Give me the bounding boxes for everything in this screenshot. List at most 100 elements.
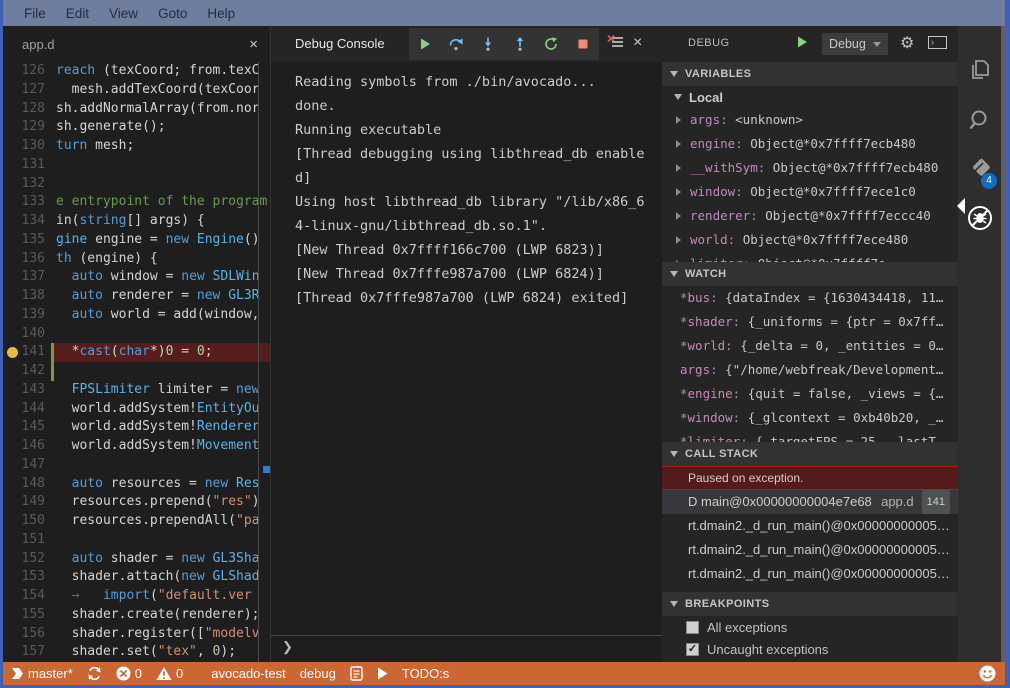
- code-line[interactable]: 126reach (texCoord; from.texC: [3, 62, 270, 81]
- console-output[interactable]: Reading symbols from ./bin/avocado...don…: [271, 62, 663, 638]
- restart-button[interactable]: [538, 31, 564, 57]
- gear-icon[interactable]: ⚙: [900, 33, 914, 53]
- code-line[interactable]: 155 shader.create(renderer);: [3, 606, 270, 625]
- stack-frame-row[interactable]: rt.dmain2._d_run_main()@0x00000000005…: [662, 514, 958, 538]
- variable-row[interactable]: renderer: Object@*0x7ffff7eccc40: [662, 204, 958, 228]
- close-tab-icon[interactable]: ×: [249, 37, 258, 52]
- code-line[interactable]: 142: [3, 362, 270, 381]
- panel-title[interactable]: Debug Console: [295, 36, 385, 51]
- code-line[interactable]: 157 shader.set("tex", 0);: [3, 643, 270, 662]
- search-icon[interactable]: [958, 98, 1001, 141]
- variable-row[interactable]: window: Object@*0x7ffff7ece1c0: [662, 180, 958, 204]
- variable-row[interactable]: limiter: Object@*0x7ffff7e: [662, 252, 958, 262]
- project-name[interactable]: avocado-test: [211, 666, 285, 681]
- menu-bar: FileEditViewGotoHelp: [0, 0, 1010, 26]
- debug-config-dropdown[interactable]: Debug: [822, 33, 888, 55]
- code-line[interactable]: 134in(string[] args) {: [3, 212, 270, 231]
- continue-button[interactable]: [412, 31, 438, 57]
- watch-row[interactable]: args: {"/home/webfreak/Development…: [662, 358, 958, 382]
- breakpoint-row[interactable]: ✓Uncaught exceptions: [662, 638, 958, 660]
- variable-row[interactable]: world: Object@*0x7ffff7ece480: [662, 228, 958, 252]
- git-branch-status[interactable]: master*: [10, 666, 73, 681]
- line-number: 152: [3, 550, 45, 569]
- code-line[interactable]: 138 auto renderer = new GL3R: [3, 287, 270, 306]
- console-line: [Thread 0x7fffe987a700 (LWP 6824) exited…: [295, 286, 663, 310]
- feedback-smiley-button[interactable]: [979, 665, 996, 682]
- console-line: d]: [295, 166, 663, 190]
- build-config[interactable]: debug: [300, 666, 336, 681]
- scope-local[interactable]: Local: [662, 86, 958, 108]
- code-line[interactable]: 135gine engine = new Engine(): [3, 231, 270, 250]
- open-console-icon[interactable]: ›: [928, 36, 947, 49]
- stack-frame-row[interactable]: rt.dmain2._d_run_main()@0x00000000005…: [662, 562, 958, 586]
- code-line[interactable]: 136th (engine) {: [3, 250, 270, 269]
- code-line[interactable]: 127 mesh.addTexCoord(texCoor: [3, 81, 270, 100]
- sync-button[interactable]: [87, 666, 102, 681]
- code-line[interactable]: 132: [3, 175, 270, 194]
- code-text: turn mesh;: [56, 137, 134, 156]
- call-stack-section-header[interactable]: CALL STACK: [662, 442, 958, 466]
- clear-console-icon[interactable]: [607, 34, 625, 50]
- code-line[interactable]: 131: [3, 156, 270, 175]
- code-line[interactable]: 133e entrypoint of the program: [3, 193, 270, 212]
- repl-input[interactable]: ❯: [271, 635, 663, 660]
- watch-row[interactable]: *limiter: {_targetFPS = 25, _lastT…: [662, 430, 958, 442]
- code-line[interactable]: 143 FPSLimiter limiter = new: [3, 381, 270, 400]
- code-line[interactable]: 137 auto window = new SDLWin: [3, 268, 270, 287]
- document-icon[interactable]: [350, 666, 363, 681]
- code-line[interactable]: 140: [3, 325, 270, 344]
- checkbox-checked[interactable]: ✓: [686, 643, 699, 656]
- code-line[interactable]: 148 auto resources = new Res: [3, 475, 270, 494]
- code-line[interactable]: 147: [3, 456, 270, 475]
- code-line[interactable]: 152 auto shader = new GL3Sha: [3, 550, 270, 569]
- watch-row[interactable]: *shader: {_uniforms = {ptr = 0x7ff…: [662, 310, 958, 334]
- explorer-icon[interactable]: [958, 48, 1001, 91]
- code-line[interactable]: 150 resources.prependAll("pa: [3, 512, 270, 531]
- stop-button[interactable]: [570, 31, 596, 57]
- menu-edit[interactable]: Edit: [56, 6, 99, 21]
- code-line[interactable]: 139 auto world = add(window,: [3, 306, 270, 325]
- run-task-button[interactable]: [377, 667, 388, 680]
- code-line[interactable]: 151: [3, 531, 270, 550]
- watch-row[interactable]: *engine: {quit = false, _views = {…: [662, 382, 958, 406]
- variable-row[interactable]: args: <unknown>: [662, 108, 958, 132]
- variables-section-header[interactable]: VARIABLES: [662, 62, 958, 86]
- code-line[interactable]: 156 shader.register(["modelv: [3, 625, 270, 644]
- tab-app-d[interactable]: app.d ×: [3, 26, 270, 62]
- code-text: sh.addNormalArray(from.nor: [56, 100, 260, 119]
- breakpoints-section-header[interactable]: BREAKPOINTS: [662, 592, 958, 616]
- source-control-icon[interactable]: 4: [958, 148, 1001, 191]
- step-into-button[interactable]: [475, 31, 501, 57]
- breakpoint-row[interactable]: All exceptions: [662, 616, 958, 638]
- variable-row[interactable]: __withSym: Object@*0x7ffff7ecb480: [662, 156, 958, 180]
- start-debug-button[interactable]: [795, 35, 809, 49]
- code-line[interactable]: 153 shader.attach(new GLShad: [3, 568, 270, 587]
- close-panel-icon[interactable]: ×: [633, 34, 642, 52]
- todo-status[interactable]: TODO:s: [402, 666, 449, 681]
- menu-help[interactable]: Help: [197, 6, 245, 21]
- code-line[interactable]: 128sh.addNormalArray(from.nor: [3, 100, 270, 119]
- variable-row[interactable]: engine: Object@*0x7ffff7ecb480: [662, 132, 958, 156]
- code-line[interactable]: 145 world.addSystem!Renderer: [3, 418, 270, 437]
- menu-view[interactable]: View: [99, 6, 148, 21]
- step-over-button[interactable]: [443, 31, 469, 57]
- watch-row[interactable]: *window: {_glcontext = 0xb40b20, _…: [662, 406, 958, 430]
- code-line[interactable]: 144 world.addSystem!EntityOu: [3, 400, 270, 419]
- code-editor[interactable]: 126reach (texCoord; from.texC127 mesh.ad…: [3, 62, 270, 662]
- menu-file[interactable]: File: [14, 6, 56, 21]
- code-line[interactable]: 130turn mesh;: [3, 137, 270, 156]
- problems-status[interactable]: 0 0: [116, 666, 183, 681]
- stack-frame-row[interactable]: D main@0x00000000004e7e68app.d141: [662, 490, 958, 514]
- menu-goto[interactable]: Goto: [148, 6, 197, 21]
- code-line[interactable]: 141 *cast(char*)0 = 0;: [3, 343, 270, 362]
- checkbox-unchecked[interactable]: [686, 621, 699, 634]
- code-line[interactable]: 146 world.addSystem!Movement: [3, 437, 270, 456]
- watch-section-header[interactable]: WATCH: [662, 262, 958, 286]
- step-out-button[interactable]: [507, 31, 533, 57]
- code-line[interactable]: 149 resources.prepend("res"): [3, 493, 270, 512]
- code-line[interactable]: 154 → import("default.ver: [3, 587, 270, 606]
- stack-frame-row[interactable]: rt.dmain2._d_run_main()@0x00000000005…: [662, 538, 958, 562]
- watch-row[interactable]: *world: {_delta = 0, _entities = 0…: [662, 334, 958, 358]
- watch-row[interactable]: *bus: {dataIndex = {1630434418, 11…: [662, 286, 958, 310]
- code-line[interactable]: 129sh.generate();: [3, 118, 270, 137]
